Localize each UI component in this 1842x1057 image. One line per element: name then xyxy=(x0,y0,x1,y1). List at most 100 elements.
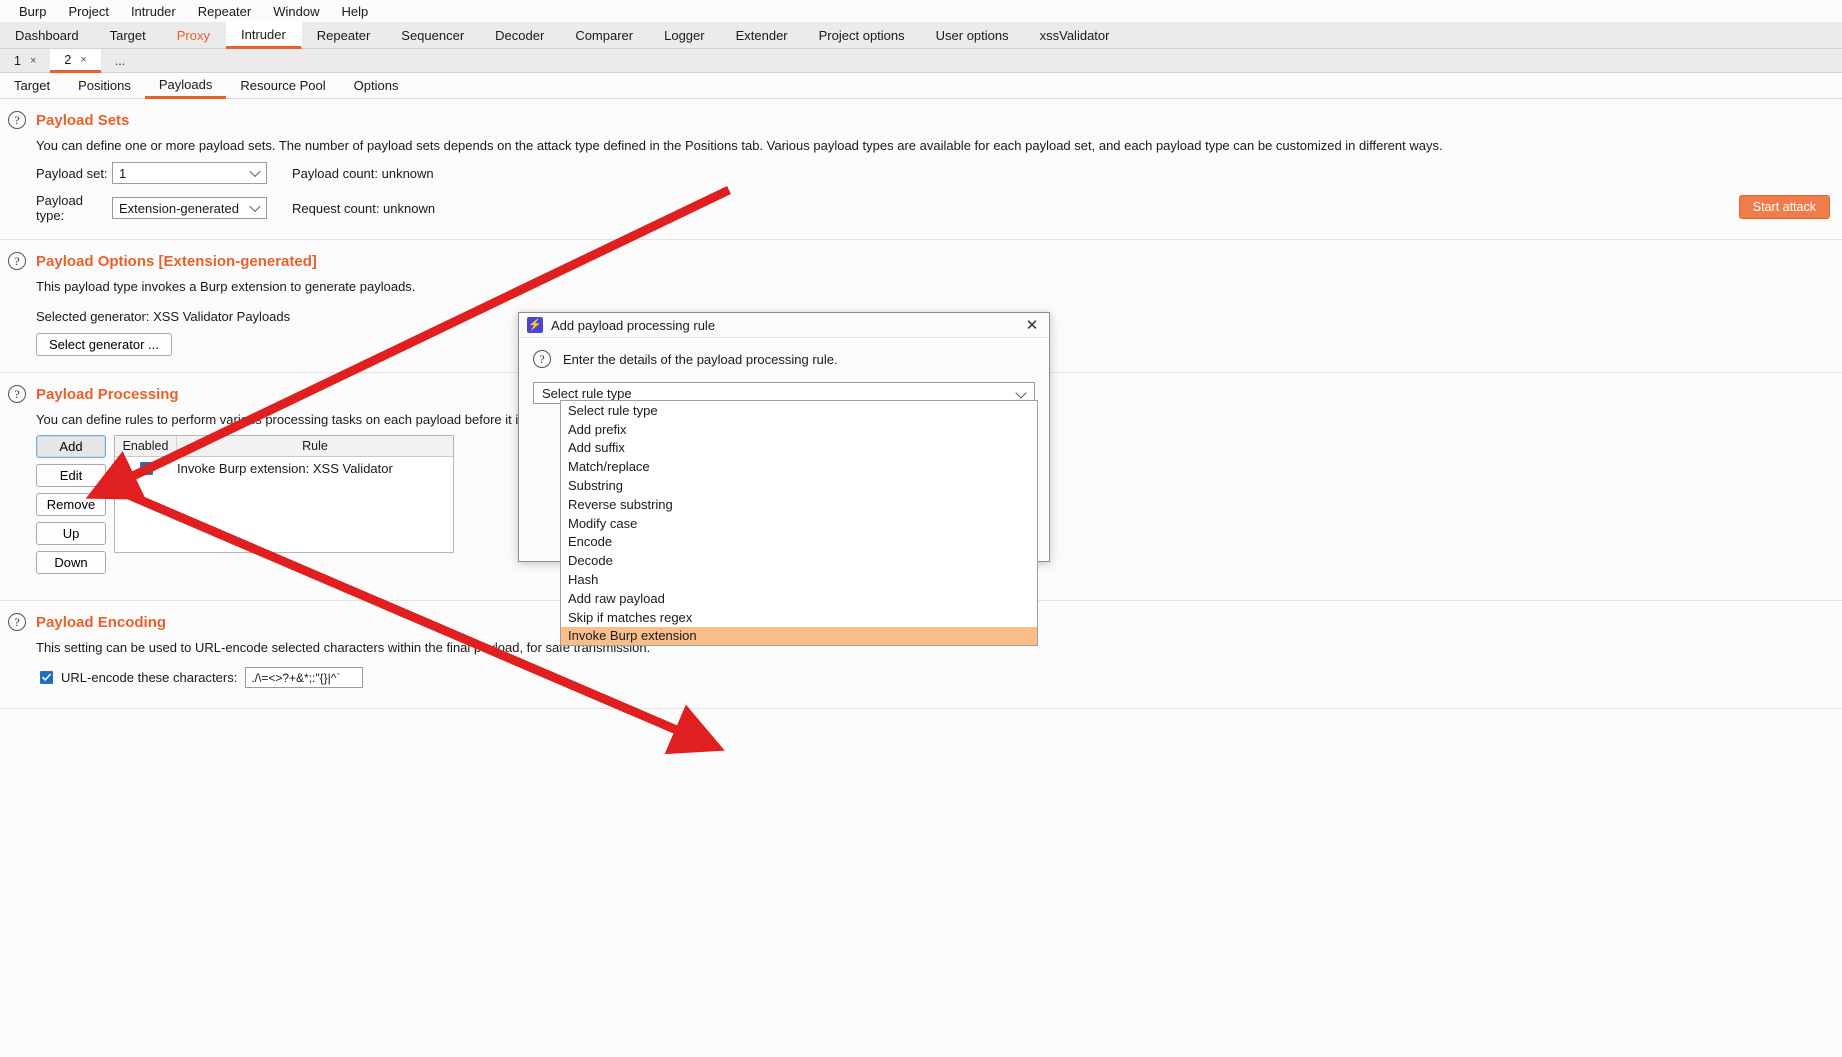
main-tab-bar: Dashboard Target Proxy Intruder Repeater… xyxy=(0,22,1842,49)
dialog-title-bar: ⚡ Add payload processing rule ✕ xyxy=(519,313,1049,338)
burp-lightning-icon: ⚡ xyxy=(527,317,543,333)
tab-logger[interactable]: Logger xyxy=(649,22,720,48)
attack-tab-2[interactable]: 2 × xyxy=(50,49,101,73)
request-count: Request count: unknown xyxy=(292,200,436,216)
chevron-down-icon xyxy=(249,165,261,178)
payload-processing-buttons: Add Edit Remove Up Down xyxy=(36,435,106,574)
menu-bar: Burp Project Intruder Repeater Window He… xyxy=(0,0,1842,22)
table-row[interactable]: Invoke Burp extension: XSS Validator xyxy=(115,457,453,479)
dropdown-option-add-prefix[interactable]: Add prefix xyxy=(561,420,1037,439)
tab-dashboard[interactable]: Dashboard xyxy=(0,22,95,48)
attack-tab-bar: 1 × 2 × ... xyxy=(0,49,1842,73)
burp-suite-window: Burp Project Intruder Repeater Window He… xyxy=(0,0,1842,1057)
column-header-enabled: Enabled xyxy=(115,436,177,456)
tab-intruder[interactable]: Intruder xyxy=(225,22,302,49)
tab-decoder[interactable]: Decoder xyxy=(480,22,560,48)
attack-tab-1-label: 1 xyxy=(14,53,21,68)
tab-target[interactable]: Target xyxy=(95,22,162,48)
payload-encoding-title: Payload Encoding xyxy=(36,613,167,631)
subtab-payloads[interactable]: Payloads xyxy=(144,73,227,99)
tab-sequencer[interactable]: Sequencer xyxy=(386,22,480,48)
question-icon[interactable]: ? xyxy=(533,350,551,368)
rule-enabled-cell xyxy=(115,461,177,475)
dropdown-option-reverse-substring[interactable]: Reverse substring xyxy=(561,495,1037,514)
payload-sets-title: Payload Sets xyxy=(36,111,130,129)
payload-processing-title: Payload Processing xyxy=(36,385,179,403)
dialog-title: Add payload processing rule xyxy=(551,317,716,333)
rule-type-dropdown-list[interactable]: Select rule type Add prefix Add suffix M… xyxy=(560,400,1038,647)
tab-repeater[interactable]: Repeater xyxy=(302,22,386,48)
remove-button[interactable]: Remove xyxy=(36,493,106,516)
subtab-resource-pool[interactable]: Resource Pool xyxy=(226,73,339,98)
payload-sets-description: You can define one or more payload sets.… xyxy=(36,138,1443,153)
checkbox-checked-icon[interactable] xyxy=(40,671,53,684)
select-generator-button[interactable]: Select generator ... xyxy=(36,333,172,356)
menu-item-window[interactable]: Window xyxy=(262,2,330,21)
question-icon[interactable]: ? xyxy=(8,385,26,403)
menu-item-burp[interactable]: Burp xyxy=(8,2,57,21)
attack-tab-more[interactable]: ... xyxy=(101,49,139,72)
question-icon[interactable]: ? xyxy=(8,111,26,129)
dialog-prompt-row: ? Enter the details of the payload proce… xyxy=(533,350,1035,368)
dropdown-option-match-replace[interactable]: Match/replace xyxy=(561,457,1037,476)
dropdown-option-invoke-burp-extension[interactable]: Invoke Burp extension xyxy=(561,626,1037,646)
payload-options-description: This payload type invokes a Burp extensi… xyxy=(36,279,416,294)
menu-item-project[interactable]: Project xyxy=(57,2,119,21)
tab-extender[interactable]: Extender xyxy=(721,22,804,48)
tab-xssvalidator[interactable]: xssValidator xyxy=(1025,22,1126,48)
attack-tab-2-label: 2 xyxy=(64,52,72,67)
close-icon[interactable]: × xyxy=(30,55,36,67)
payload-set-select[interactable]: 1 xyxy=(112,162,267,184)
dropdown-option-modify-case[interactable]: Modify case xyxy=(561,514,1037,533)
tab-user-options[interactable]: User options xyxy=(921,22,1025,48)
dropdown-option-skip-if-matches-regex[interactable]: Skip if matches regex xyxy=(561,608,1037,627)
menu-item-repeater[interactable]: Repeater xyxy=(187,2,262,21)
menu-item-help[interactable]: Help xyxy=(330,2,379,21)
payload-set-row: Payload set: 1 Payload count: unknown xyxy=(0,162,1842,184)
dropdown-option-decode[interactable]: Decode xyxy=(561,551,1037,570)
dropdown-option-hash[interactable]: Hash xyxy=(561,570,1037,589)
down-button[interactable]: Down xyxy=(36,551,106,574)
dialog-prompt-text: Enter the details of the payload process… xyxy=(563,351,838,367)
subtab-target[interactable]: Target xyxy=(0,73,64,98)
checkbox-checked-icon[interactable] xyxy=(139,461,153,475)
close-icon[interactable]: ✕ xyxy=(1021,314,1043,336)
payload-sets-header: ? Payload Sets xyxy=(0,99,1842,129)
dropdown-option-select-rule-type[interactable]: Select rule type xyxy=(561,401,1037,420)
close-icon[interactable]: × xyxy=(80,54,86,66)
payload-options-header: ? Payload Options [Extension-generated] xyxy=(0,240,1842,270)
sub-tab-bar: Target Positions Payloads Resource Pool … xyxy=(0,73,1842,99)
chevron-down-icon xyxy=(249,200,261,213)
subtab-options[interactable]: Options xyxy=(340,73,413,98)
chevron-down-icon xyxy=(1015,387,1027,399)
payload-set-value: 1 xyxy=(119,165,127,181)
dropdown-option-substring[interactable]: Substring xyxy=(561,476,1037,495)
rule-name-cell: Invoke Burp extension: XSS Validator xyxy=(177,460,393,476)
menu-item-intruder[interactable]: Intruder xyxy=(120,2,187,21)
attack-tab-1[interactable]: 1 × xyxy=(0,49,50,72)
payload-type-select[interactable]: Extension-generated xyxy=(112,197,267,219)
up-button[interactable]: Up xyxy=(36,522,106,545)
dropdown-option-encode[interactable]: Encode xyxy=(561,533,1037,552)
tab-comparer[interactable]: Comparer xyxy=(560,22,649,48)
edit-button[interactable]: Edit xyxy=(36,464,106,487)
payload-options-title: Payload Options [Extension-generated] xyxy=(36,252,317,270)
question-icon[interactable]: ? xyxy=(8,613,26,631)
question-icon[interactable]: ? xyxy=(8,252,26,270)
rule-type-value: Select rule type xyxy=(542,385,632,401)
tab-proxy[interactable]: Proxy xyxy=(162,22,226,48)
dropdown-option-add-raw-payload[interactable]: Add raw payload xyxy=(561,589,1037,608)
payload-processing-table[interactable]: Enabled Rule Invoke Burp extension: XSS … xyxy=(114,435,454,553)
payload-count: Payload count: unknown xyxy=(292,165,434,181)
column-header-rule: Rule xyxy=(302,439,328,453)
dropdown-option-add-suffix[interactable]: Add suffix xyxy=(561,439,1037,458)
payload-set-label: Payload set: xyxy=(36,165,108,181)
url-encode-characters-input[interactable]: ./\=<>?+&*;:"{}|^` xyxy=(245,667,364,688)
add-button[interactable]: Add xyxy=(36,435,106,458)
tab-project-options[interactable]: Project options xyxy=(804,22,921,48)
subtab-positions[interactable]: Positions xyxy=(64,73,145,98)
payload-type-label: Payload type: xyxy=(36,193,83,223)
url-encode-label: URL-encode these characters: xyxy=(61,670,238,685)
divider xyxy=(0,708,1842,709)
payload-type-row: Payload type: Extension-generated Reques… xyxy=(0,193,1842,223)
